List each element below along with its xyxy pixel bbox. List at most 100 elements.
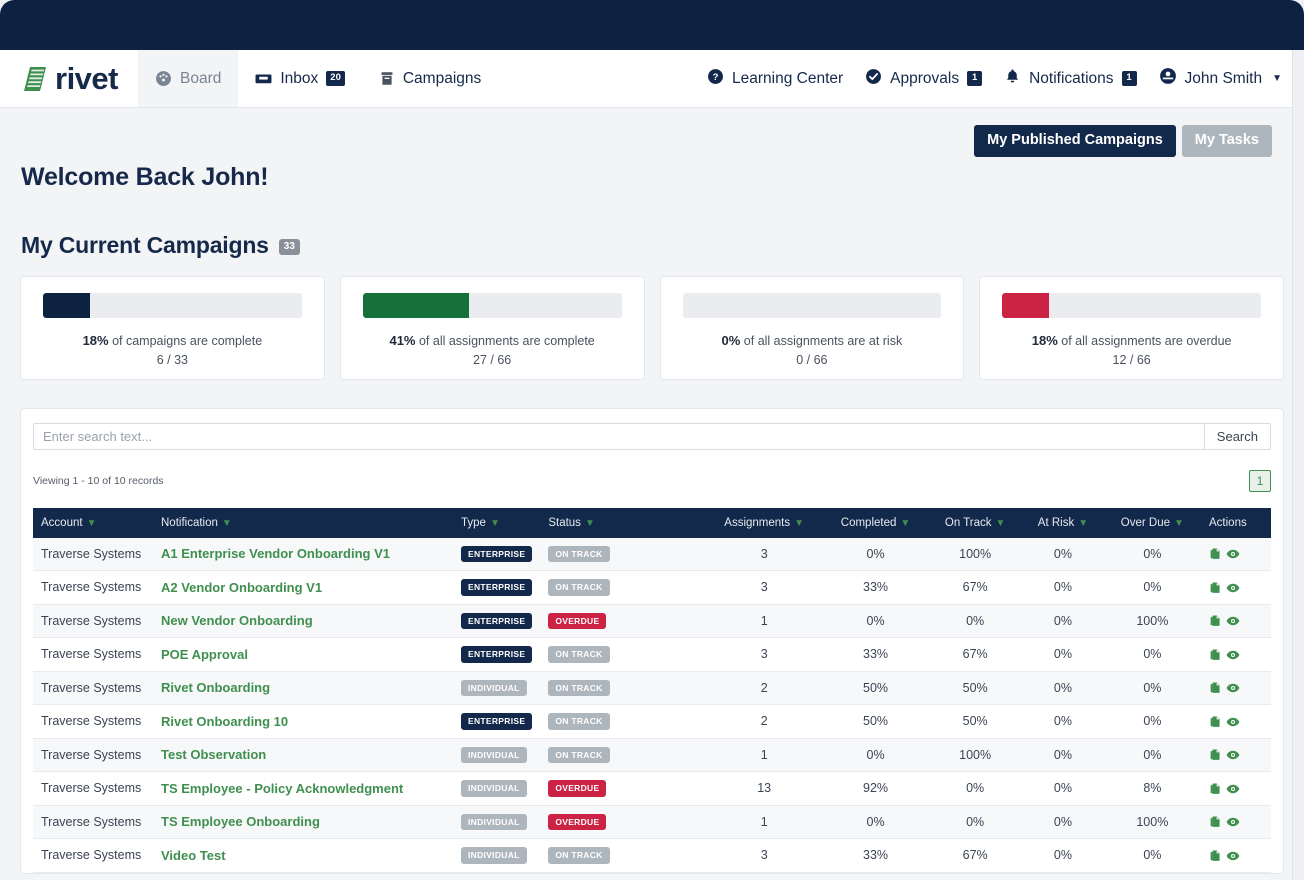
cell-at-risk: 0% (1022, 538, 1104, 571)
col-type[interactable]: Type ▼ (453, 508, 540, 538)
filter-icon[interactable]: ▼ (900, 518, 910, 529)
pagination-page-1[interactable]: 1 (1249, 470, 1271, 492)
col-account[interactable]: Account▼ (33, 508, 153, 538)
copy-icon[interactable] (1209, 715, 1222, 729)
notification-link[interactable]: TS Employee - Policy Acknowledgment (161, 781, 403, 796)
copy-icon[interactable] (1209, 614, 1222, 628)
learning-center-link[interactable]: ? Learning Center (707, 68, 843, 90)
status-badge: OVERDUE (548, 780, 606, 797)
cell-on-track: 67% (928, 839, 1022, 873)
col-at-risk[interactable]: At Risk▼ (1022, 508, 1104, 538)
cell-on-track: 0% (928, 805, 1022, 839)
table-row[interactable]: Traverse SystemsRivet OnboardingINDIVIDU… (33, 671, 1271, 705)
eye-icon[interactable] (1226, 849, 1240, 863)
notification-link[interactable]: POE Approval (161, 647, 248, 662)
cell-status: OVERDUE (540, 805, 705, 839)
stat-ratio: 27 / 66 (353, 353, 632, 367)
chevron-down-icon: ▼ (1272, 73, 1282, 84)
cell-type: INDIVIDUAL (453, 772, 540, 806)
cell-assignments: 3 (705, 538, 823, 571)
brand-logo[interactable]: rivet (0, 50, 138, 107)
eye-icon[interactable] (1226, 614, 1240, 628)
cell-notification[interactable]: New Vendor Onboarding (153, 604, 453, 638)
cell-notification[interactable]: Rivet Onboarding (153, 671, 453, 705)
nav-tab-campaigns-label: Campaigns (403, 70, 481, 88)
cell-completed: 50% (823, 671, 928, 705)
page-scrollbar[interactable] (1292, 50, 1304, 880)
nav-tab-board[interactable]: Board (138, 50, 238, 107)
col-notification[interactable]: Notification▼ (153, 508, 453, 538)
cell-notification[interactable]: Video Test (153, 839, 453, 873)
copy-icon[interactable] (1209, 581, 1222, 595)
col-status[interactable]: Status▼ (540, 508, 705, 538)
table-row[interactable]: Traverse SystemsNew Vendor OnboardingENT… (33, 604, 1271, 638)
notification-link[interactable]: Rivet Onboarding (161, 680, 270, 695)
search-button[interactable]: Search (1204, 423, 1271, 450)
cell-notification[interactable]: A2 Vendor Onboarding V1 (153, 571, 453, 605)
filter-icon[interactable]: ▼ (996, 518, 1006, 529)
col-assignments[interactable]: Assignments▼ (705, 508, 823, 538)
table-row[interactable]: Traverse SystemsVideo TestINDIVIDUALON T… (33, 839, 1271, 873)
status-badge: ON TRACK (548, 713, 609, 730)
eye-icon[interactable] (1226, 782, 1240, 796)
copy-icon[interactable] (1209, 815, 1222, 829)
stat-percent: 41% (389, 333, 415, 348)
col-completed[interactable]: Completed▼ (823, 508, 928, 538)
cell-completed: 0% (823, 738, 928, 772)
notifications-link[interactable]: Notifications 1 (1004, 68, 1136, 90)
eye-icon[interactable] (1226, 815, 1240, 829)
notification-link[interactable]: A1 Enterprise Vendor Onboarding V1 (161, 546, 390, 561)
cell-on-track: 0% (928, 772, 1022, 806)
nav-tab-campaigns[interactable]: Campaigns (362, 50, 498, 107)
notification-link[interactable]: Video Test (161, 848, 226, 863)
filter-icon[interactable]: ▼ (585, 518, 595, 529)
copy-icon[interactable] (1209, 648, 1222, 662)
eye-icon[interactable] (1226, 581, 1240, 595)
search-input[interactable] (33, 423, 1204, 450)
copy-icon[interactable] (1209, 547, 1222, 561)
eye-icon[interactable] (1226, 547, 1240, 561)
table-row[interactable]: Traverse SystemsTS Employee - Policy Ack… (33, 772, 1271, 806)
col-type-label: Type (461, 517, 486, 529)
table-row[interactable]: Traverse SystemsA1 Enterprise Vendor Onb… (33, 538, 1271, 571)
col-on-track[interactable]: On Track▼ (928, 508, 1022, 538)
filter-icon[interactable]: ▼ (1174, 518, 1184, 529)
copy-icon[interactable] (1209, 782, 1222, 796)
notification-link[interactable]: TS Employee Onboarding (161, 814, 320, 829)
filter-icon[interactable]: ▼ (794, 518, 804, 529)
nav-tab-inbox[interactable]: Inbox 20 (238, 50, 362, 107)
filter-icon[interactable]: ▼ (87, 518, 97, 529)
filter-icon[interactable]: ▼ (222, 518, 232, 529)
copy-icon[interactable] (1209, 748, 1222, 762)
notification-link[interactable]: Rivet Onboarding 10 (161, 714, 288, 729)
copy-icon[interactable] (1209, 681, 1222, 695)
table-row[interactable]: Traverse SystemsTS Employee OnboardingIN… (33, 805, 1271, 839)
notification-link[interactable]: Test Observation (161, 747, 266, 762)
eye-icon[interactable] (1226, 648, 1240, 662)
table-row[interactable]: Traverse SystemsRivet Onboarding 10ENTER… (33, 705, 1271, 739)
cell-notification[interactable]: TS Employee Onboarding (153, 805, 453, 839)
my-published-campaigns-button[interactable]: My Published Campaigns (974, 125, 1176, 157)
user-menu[interactable]: John Smith ▼ (1159, 67, 1282, 90)
search-row: Search (33, 423, 1271, 450)
table-row[interactable]: Traverse SystemsA2 Vendor Onboarding V1E… (33, 571, 1271, 605)
cell-notification[interactable]: Rivet Onboarding 10 (153, 705, 453, 739)
stat-card-assignments-at-risk: 0% of all assignments are at risk 0 / 66 (660, 276, 965, 380)
eye-icon[interactable] (1226, 748, 1240, 762)
eye-icon[interactable] (1226, 681, 1240, 695)
eye-icon[interactable] (1226, 715, 1240, 729)
filter-icon[interactable]: ▼ (1078, 518, 1088, 529)
filter-icon[interactable]: ▼ (490, 518, 500, 529)
cell-notification[interactable]: A1 Enterprise Vendor Onboarding V1 (153, 538, 453, 571)
cell-notification[interactable]: Test Observation (153, 738, 453, 772)
col-over-due[interactable]: Over Due▼ (1104, 508, 1201, 538)
cell-notification[interactable]: TS Employee - Policy Acknowledgment (153, 772, 453, 806)
table-row[interactable]: Traverse SystemsTest ObservationINDIVIDU… (33, 738, 1271, 772)
my-tasks-button[interactable]: My Tasks (1182, 125, 1272, 157)
notification-link[interactable]: New Vendor Onboarding (161, 613, 313, 628)
notification-link[interactable]: A2 Vendor Onboarding V1 (161, 580, 322, 595)
cell-notification[interactable]: POE Approval (153, 638, 453, 672)
approvals-link[interactable]: Approvals 1 (865, 68, 982, 90)
copy-icon[interactable] (1209, 849, 1222, 863)
table-row[interactable]: Traverse SystemsPOE ApprovalENTERPRISEON… (33, 638, 1271, 672)
